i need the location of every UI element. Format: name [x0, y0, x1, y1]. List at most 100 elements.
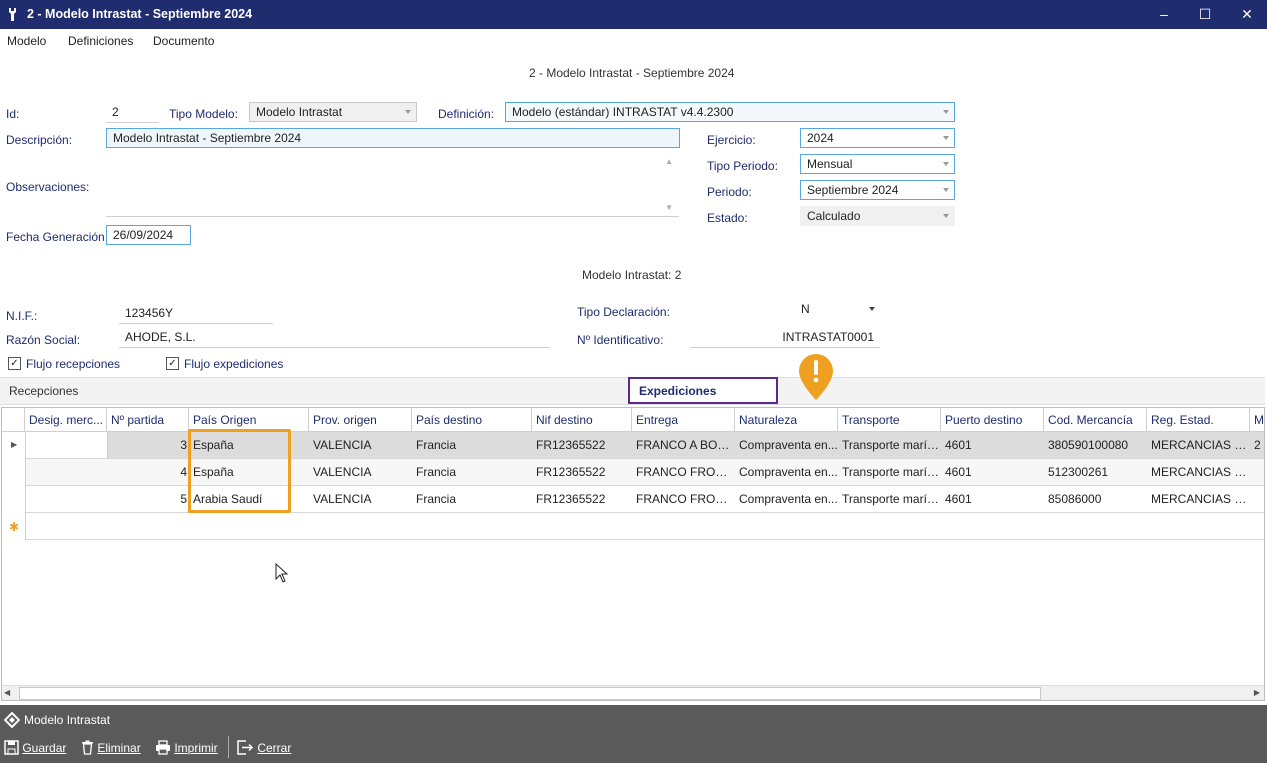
cell-pais-destino[interactable]: Francia: [412, 486, 532, 513]
cerrar-label: Cerrar: [257, 741, 292, 755]
razon-social-field[interactable]: AHODE, S.L.: [119, 328, 550, 348]
sub-header: Modelo Intrastat: 2: [582, 268, 682, 282]
alert-marker-icon: [799, 354, 833, 400]
nif-field[interactable]: 123456Y: [119, 304, 273, 324]
flujo-expediciones-checkbox[interactable]: ✓: [166, 357, 179, 370]
tab-recepciones[interactable]: Recepciones: [9, 384, 78, 398]
menu-modelo[interactable]: Modelo: [7, 34, 46, 48]
cell-naturaleza[interactable]: Compraventa en...: [735, 432, 838, 459]
cell-entrega[interactable]: FRANCO A BORDO: [632, 432, 735, 459]
chevron-down-icon: [943, 214, 949, 218]
cell-pais-destino[interactable]: Francia: [412, 459, 532, 486]
cell-cod-mercancia[interactable]: 85086000: [1044, 486, 1147, 513]
col-header-puerto-destino[interactable]: Puerto destino: [941, 408, 1044, 432]
new-row[interactable]: [25, 513, 1264, 540]
cell-nif-destino[interactable]: FR12365522: [532, 486, 632, 513]
tipo-modelo-select[interactable]: Modelo Intrastat: [249, 102, 417, 122]
fecha-label: Fecha Generación:: [6, 230, 109, 244]
col-header-pais-destino[interactable]: País destino: [412, 408, 532, 432]
cell-transporte[interactable]: Transporte maríti...: [838, 486, 941, 513]
cerrar-button[interactable]: Cerrar: [237, 740, 291, 755]
scroll-left-icon[interactable]: ◀: [4, 688, 10, 697]
col-header-m[interactable]: M: [1250, 408, 1264, 432]
cell-puerto-destino[interactable]: 4601: [941, 486, 1044, 513]
periodo-select[interactable]: Septiembre 2024: [800, 180, 955, 200]
cell-entrega[interactable]: FRANCO FRONT...: [632, 486, 735, 513]
close-button[interactable]: ✕: [1237, 6, 1257, 22]
save-icon: [4, 740, 19, 755]
col-header-cod-mercancia[interactable]: Cod. Mercancía: [1044, 408, 1147, 432]
observaciones-textarea[interactable]: ▲ ▼: [106, 153, 679, 217]
tipo-declaracion-select[interactable]: N: [795, 300, 880, 320]
footer-panel: Modelo Intrastat Guardar Eliminar Imprim…: [0, 705, 1267, 763]
descripcion-field[interactable]: Modelo Intrastat - Septiembre 2024: [106, 128, 680, 148]
cell-reg-estad[interactable]: MERCANCIAS D...: [1147, 486, 1250, 513]
cell-prov-origen[interactable]: VALENCIA: [309, 432, 412, 459]
cell-partida[interactable]: 4: [107, 459, 189, 486]
col-header-transporte[interactable]: Transporte: [838, 408, 941, 432]
horizontal-scrollbar[interactable]: ◀ ▶: [2, 685, 1264, 700]
flujo-recepciones-checkbox[interactable]: ✓: [8, 357, 21, 370]
definicion-select[interactable]: Modelo (estándar) INTRASTAT v4.4.2300: [505, 102, 955, 122]
chevron-down-icon: [943, 162, 949, 166]
cell-cod-mercancia[interactable]: 512300261: [1044, 459, 1147, 486]
cell-reg-estad[interactable]: MERCANCIAS D...: [1147, 459, 1250, 486]
id-field[interactable]: 2: [106, 103, 159, 123]
scroll-right-icon[interactable]: ▶: [1254, 688, 1260, 697]
chevron-down-icon: [405, 110, 411, 114]
ejercicio-select[interactable]: 2024: [800, 128, 955, 148]
footer-divider: [228, 736, 229, 758]
menu-documento[interactable]: Documento: [153, 34, 214, 48]
cell-m[interactable]: 2: [1250, 432, 1264, 459]
cell-transporte[interactable]: Transporte maríti...: [838, 432, 941, 459]
cell-nif-destino[interactable]: FR12365522: [532, 459, 632, 486]
definicion-value: Modelo (estándar) INTRASTAT v4.4.2300: [512, 105, 734, 119]
cell-puerto-destino[interactable]: 4601: [941, 459, 1044, 486]
app-wrench-icon: [9, 8, 16, 21]
minimize-button[interactable]: –: [1154, 6, 1174, 22]
guardar-button[interactable]: Guardar: [4, 740, 66, 755]
cell-naturaleza[interactable]: Compraventa en...: [735, 459, 838, 486]
cell-prov-origen[interactable]: VALENCIA: [309, 486, 412, 513]
estado-label: Estado:: [707, 211, 748, 225]
cell-cod-mercancia[interactable]: 380590100080: [1044, 432, 1147, 459]
current-cell[interactable]: [25, 432, 108, 458]
menu-definiciones[interactable]: Definiciones: [68, 34, 133, 48]
scroll-up-icon[interactable]: ▲: [665, 157, 673, 166]
descripcion-label: Descripción:: [6, 133, 73, 147]
eliminar-button[interactable]: Eliminar: [81, 740, 141, 755]
scroll-down-icon[interactable]: ▼: [665, 203, 673, 212]
estado-select[interactable]: Calculado: [800, 206, 955, 226]
cell-partida[interactable]: 3: [107, 432, 189, 459]
col-header-partida[interactable]: Nº partida: [107, 408, 189, 432]
tipo-periodo-select[interactable]: Mensual: [800, 154, 955, 174]
cell-nif-destino[interactable]: FR12365522: [532, 432, 632, 459]
scrollbar-thumb[interactable]: [19, 687, 1041, 700]
cell-reg-estad[interactable]: MERCANCIAS D...: [1147, 432, 1250, 459]
fecha-field[interactable]: 26/09/2024: [106, 225, 191, 245]
cell-pais-destino[interactable]: Francia: [412, 432, 532, 459]
cell-naturaleza[interactable]: Compraventa en...: [735, 486, 838, 513]
cell-partida[interactable]: 5: [107, 486, 189, 513]
footer-title: Modelo Intrastat: [24, 713, 111, 727]
chevron-down-icon: [943, 136, 949, 140]
col-header-reg-estad[interactable]: Reg. Estad.: [1147, 408, 1250, 432]
cell-entrega[interactable]: FRANCO FRONT...: [632, 459, 735, 486]
maximize-button[interactable]: ☐: [1195, 6, 1215, 22]
col-header-entrega[interactable]: Entrega: [632, 408, 735, 432]
cell-puerto-destino[interactable]: 4601: [941, 432, 1044, 459]
cell-prov-origen[interactable]: VALENCIA: [309, 459, 412, 486]
imprimir-label: Imprimir: [174, 741, 218, 755]
tab-expediciones[interactable]: Expediciones: [628, 377, 778, 404]
expediciones-grid[interactable]: Desig. merc... Nº partida País Origen Pr…: [1, 407, 1265, 701]
num-identificativo-field[interactable]: INTRASTAT0001: [690, 328, 880, 348]
flujo-recepciones-label: Flujo recepciones: [26, 357, 121, 371]
col-header-desig[interactable]: Desig. merc...: [25, 408, 107, 432]
imprimir-button[interactable]: Imprimir: [155, 740, 218, 755]
cell-transporte[interactable]: Transporte maríti...: [838, 459, 941, 486]
col-header-nif-destino[interactable]: Nif destino: [532, 408, 632, 432]
col-header-naturaleza[interactable]: Naturaleza: [735, 408, 838, 432]
title-bar: 2 - Modelo Intrastat - Septiembre 2024 –…: [0, 0, 1267, 29]
col-header-prov-origen[interactable]: Prov. origen: [309, 408, 412, 432]
form-header: 2 - Modelo Intrastat - Septiembre 2024: [529, 66, 735, 80]
